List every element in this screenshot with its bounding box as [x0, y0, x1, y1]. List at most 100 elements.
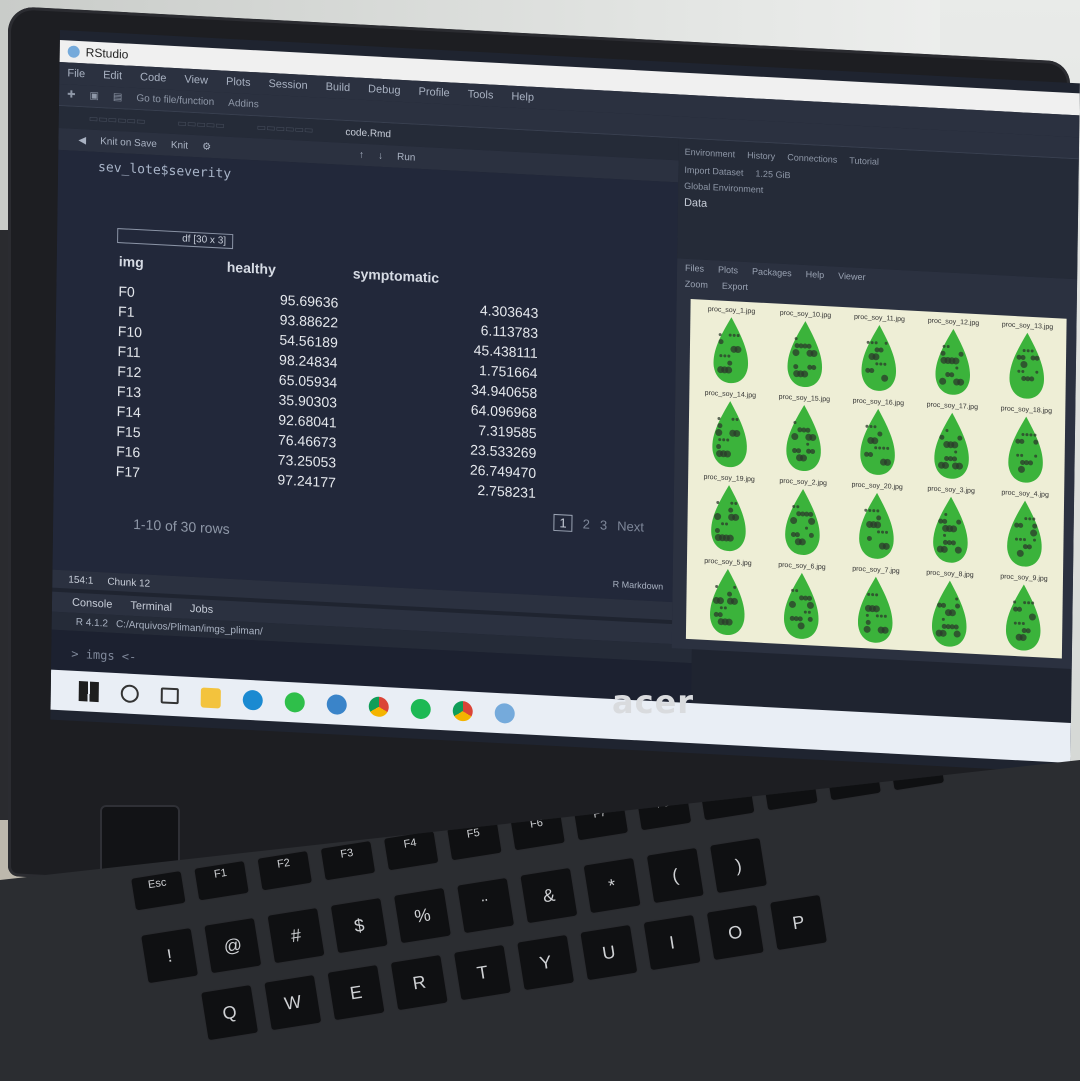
whatsapp-icon[interactable]: [284, 691, 305, 713]
keyboard-key: T: [452, 943, 513, 1002]
menu-help[interactable]: Help: [511, 91, 534, 104]
rstudio-logo-icon: [67, 45, 80, 59]
tab-history[interactable]: History: [747, 150, 775, 161]
edge-icon[interactable]: [242, 689, 263, 711]
chrome-profile-icon[interactable]: [452, 700, 473, 722]
rows-info: 1-10 of 30 rows: [133, 515, 230, 537]
col-header-symptomatic[interactable]: symptomatic: [347, 265, 553, 292]
menu-view[interactable]: View: [184, 74, 208, 87]
spotify-icon[interactable]: [410, 698, 431, 720]
tab-plots[interactable]: Plots: [718, 264, 738, 275]
search-icon[interactable]: [120, 684, 139, 704]
leaf-shape-icon: [1008, 416, 1043, 483]
rstudio-taskbar-icon[interactable]: [494, 702, 515, 724]
tab-code-rmd[interactable]: code.Rmd: [345, 126, 391, 139]
menu-plots[interactable]: Plots: [226, 76, 251, 89]
leaf-shape-icon: [861, 324, 896, 391]
menu-profile[interactable]: Profile: [418, 86, 449, 100]
tab-help[interactable]: Help: [806, 269, 825, 280]
code-editor[interactable]: sev_lote$severity df [30 x 3] img health…: [52, 149, 679, 603]
goto-file-input[interactable]: Go to file/function: [136, 93, 214, 108]
tab-console[interactable]: Console: [72, 597, 113, 611]
leaf-shape-icon: [933, 496, 968, 563]
keyboard-key: %: [392, 886, 453, 945]
col-header-healthy[interactable]: healthy: [219, 258, 347, 281]
leaf-thumbnail: proc_soy_6.jpg: [766, 561, 837, 647]
menu-debug[interactable]: Debug: [368, 83, 401, 97]
back-arrow-icon[interactable]: ◀: [78, 134, 86, 145]
laptop-screen: RStudio File Edit Code View Plots Sessio…: [50, 30, 1080, 773]
tab-terminal[interactable]: Terminal: [130, 600, 172, 614]
tab-file-3[interactable]: ▭▭▭▭▭▭: [257, 122, 314, 136]
tab-files[interactable]: Files: [685, 263, 704, 274]
menu-tools[interactable]: Tools: [468, 88, 494, 101]
environment-pane: Environment History Connections Tutorial…: [677, 138, 1079, 280]
df-dimensions-badge: df [30 x 3]: [117, 228, 234, 250]
keyboard-key: Esc: [130, 869, 187, 912]
leaf-shape-icon: [934, 412, 969, 479]
leaf-thumbnail: proc_soy_20.jpg: [841, 481, 912, 567]
r-version: R 4.1.2: [75, 616, 109, 630]
print-icon[interactable]: ▤: [113, 92, 123, 103]
keyboard-key: F3: [319, 839, 377, 882]
save-icon[interactable]: ▣: [89, 91, 99, 102]
keyboard-key: F1: [193, 859, 250, 902]
menu-build[interactable]: Build: [326, 81, 351, 94]
zoom-button[interactable]: Zoom: [685, 279, 708, 290]
menu-code[interactable]: Code: [140, 71, 166, 84]
tab-jobs[interactable]: Jobs: [190, 603, 213, 616]
photo-scene: RStudio File Edit Code View Plots Sessio…: [0, 0, 1080, 1081]
keyboard-key: R: [389, 953, 449, 1012]
keyboard-key: F2: [256, 849, 314, 892]
menu-file[interactable]: File: [67, 67, 85, 80]
file-explorer-icon[interactable]: [200, 687, 221, 709]
gear-icon[interactable]: ⚙: [202, 141, 211, 152]
cell-healthy: 97.24177: [277, 471, 336, 491]
tab-file-1[interactable]: ▭▭▭▭▭▭: [89, 113, 146, 127]
leaf-thumbnail: proc_soy_3.jpg: [915, 485, 986, 571]
leaf-thumbnail: proc_soy_8.jpg: [914, 569, 985, 655]
page-1-button[interactable]: 1: [553, 513, 573, 532]
keyboard-key: ¨: [456, 876, 516, 935]
keyboard-key: $: [329, 896, 389, 955]
plots-toolbar: Zoom Export: [685, 279, 748, 292]
plots-pane: Files Plots Packages Help Viewer Zoom Ex…: [671, 258, 1078, 670]
menu-edit[interactable]: Edit: [103, 69, 122, 82]
addins-menu[interactable]: Addins: [228, 98, 259, 111]
col-header-img[interactable]: img: [119, 253, 219, 274]
keyboard-key: I: [642, 913, 702, 972]
windows-start-icon[interactable]: [78, 681, 99, 703]
knit-button[interactable]: Knit: [171, 139, 188, 151]
page-2-button[interactable]: 2: [583, 516, 590, 531]
browser-icon[interactable]: [326, 694, 347, 716]
leaf-shape-icon: [1006, 584, 1041, 651]
up-arrow-icon[interactable]: ↑: [359, 149, 364, 160]
run-button[interactable]: Run: [397, 151, 416, 163]
next-page-button[interactable]: Next: [617, 518, 644, 534]
keyboard-key: U: [579, 923, 639, 982]
keyboard-key: !: [140, 926, 200, 985]
tab-viewer[interactable]: Viewer: [838, 271, 865, 282]
leaf-shape-icon: [787, 321, 823, 388]
leaf-shape-icon: [786, 405, 821, 471]
new-file-icon[interactable]: ✚: [67, 89, 76, 100]
menu-session[interactable]: Session: [268, 78, 307, 92]
task-view-icon[interactable]: [160, 687, 179, 705]
page-3-button[interactable]: 3: [600, 517, 607, 532]
doc-type-label[interactable]: R Markdown: [613, 579, 664, 592]
export-button[interactable]: Export: [722, 281, 748, 292]
chunk-navigator[interactable]: Chunk 12: [107, 576, 150, 589]
tab-packages[interactable]: Packages: [752, 266, 792, 278]
memory-usage: 1.25 GiB: [755, 168, 791, 181]
leaf-shape-icon: [935, 328, 970, 395]
tab-file-2[interactable]: ▭▭▭▭▭: [177, 118, 224, 131]
down-arrow-icon[interactable]: ↓: [378, 150, 383, 161]
leaf-shape-icon: [932, 580, 967, 647]
chrome-icon[interactable]: [368, 696, 389, 718]
leaf-shape-icon: [712, 401, 747, 468]
tab-tutorial[interactable]: Tutorial: [849, 155, 879, 167]
leaf-shape-icon: [711, 485, 746, 552]
leaf-shape-icon: [1007, 500, 1042, 567]
knit-on-save-checkbox[interactable]: Knit on Save: [100, 136, 157, 150]
